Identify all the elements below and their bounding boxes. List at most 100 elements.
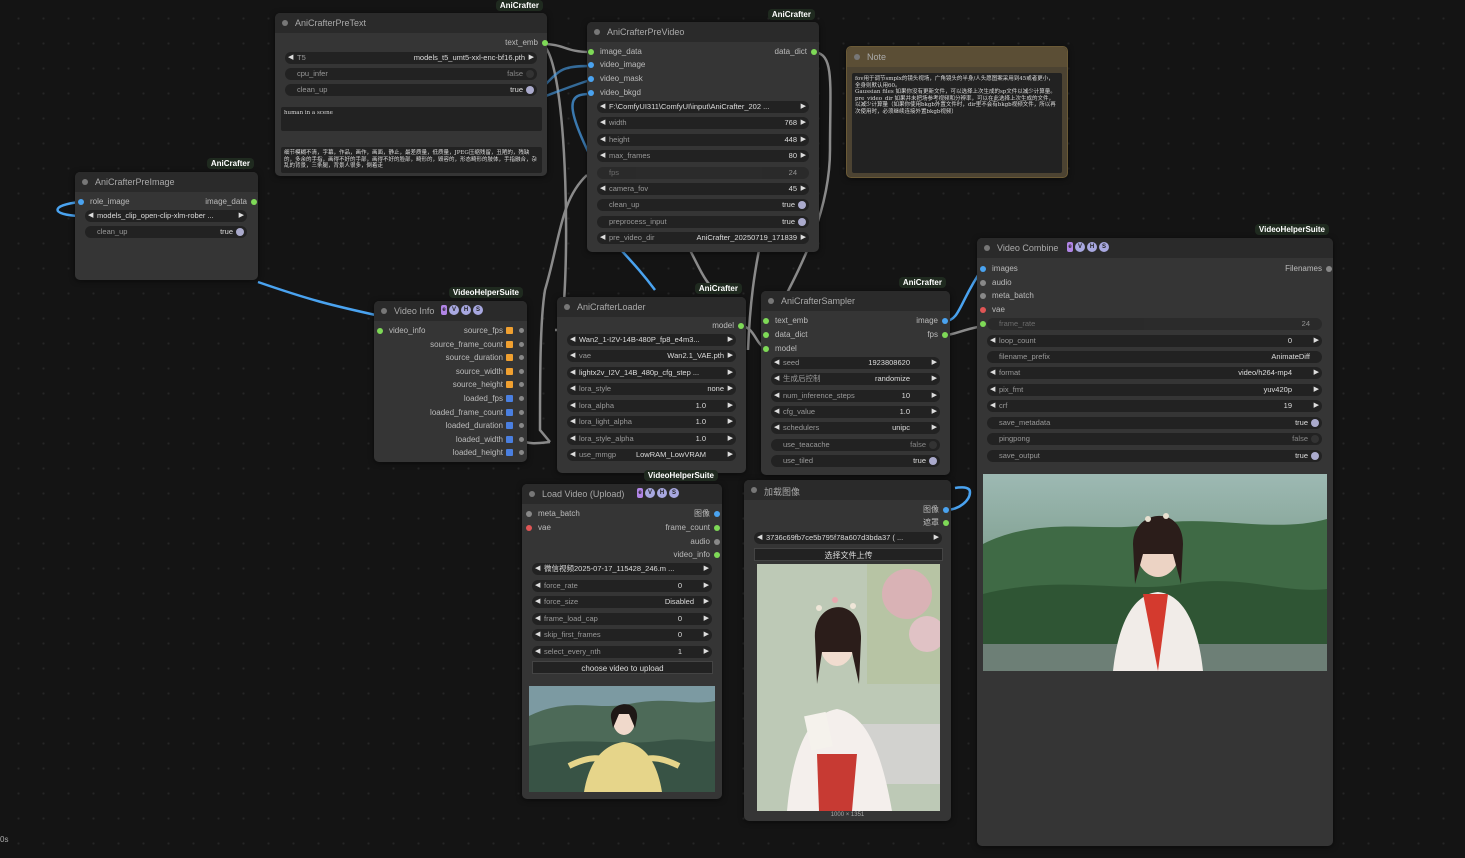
output-pin[interactable] — [519, 396, 524, 401]
pingpong-toggle[interactable]: pingpong false — [987, 433, 1322, 445]
lora-alpha-number[interactable]: ◀ lora_alpha 1.0 ▶ — [567, 400, 736, 412]
arrow-right-icon[interactable]: ▶ — [704, 629, 709, 641]
arrow-right-icon[interactable]: ▶ — [801, 134, 806, 146]
output-pin[interactable] — [519, 382, 524, 388]
input-pin[interactable] — [763, 332, 769, 338]
arrow-right-icon[interactable]: ▶ — [728, 416, 733, 428]
arrow-right-icon[interactable]: ▶ — [932, 422, 937, 434]
output-loaded-fps[interactable]: loaded_fps — [464, 394, 524, 404]
arrow-right-icon[interactable]: ▶ — [704, 646, 709, 658]
arrow-left-icon[interactable]: ◀ — [535, 596, 540, 608]
arrow-left-icon[interactable]: ◀ — [570, 383, 575, 395]
arrow-left-icon[interactable]: ◀ — [774, 357, 779, 369]
arrow-right-icon[interactable]: ▶ — [1314, 400, 1319, 412]
lora-style-combo[interactable]: ◀ lora_style none ▶ — [567, 383, 736, 395]
arrow-right-icon[interactable]: ▶ — [1314, 335, 1319, 347]
seed-number[interactable]: ◀ seed 1923808620 ▶ — [771, 357, 940, 369]
output-pin[interactable] — [1326, 266, 1332, 272]
preprocess-input-toggle[interactable]: preprocess_input true — [597, 216, 809, 228]
arrow-right-icon[interactable]: ▶ — [728, 334, 733, 346]
output-pin[interactable] — [519, 436, 524, 442]
arrow-left-icon[interactable]: ◀ — [774, 422, 779, 434]
arrow-right-icon[interactable]: ▶ — [704, 596, 709, 608]
output-text-emb[interactable]: text_emb — [505, 38, 548, 48]
node-header[interactable]: AniCrafterPreVideo — [587, 22, 819, 42]
filename-prefix-text[interactable]: filename_prefix AnimateDiff — [987, 351, 1322, 363]
node-header[interactable]: AniCrafterPreText — [275, 13, 547, 33]
node-header[interactable]: AniCrafterPreImage — [75, 172, 258, 192]
input-vae[interactable]: vae — [980, 305, 1005, 315]
input-text-emb[interactable]: text_emb — [763, 316, 808, 326]
arrow-left-icon[interactable]: ◀ — [774, 390, 779, 402]
arrow-right-icon[interactable]: ▶ — [1314, 367, 1319, 379]
input-pin[interactable] — [526, 525, 532, 531]
node-header[interactable]: Video Combine e V H S — [977, 238, 1333, 258]
input-meta-batch[interactable]: meta_batch — [980, 291, 1034, 301]
collapse-dot[interactable] — [594, 29, 600, 35]
output-mask[interactable]: 遮罩 — [923, 518, 949, 528]
collapse-dot[interactable] — [564, 304, 570, 310]
pre-video-dir-combo[interactable]: ◀ pre_video_dir AniCrafter_20250719_171839… — [597, 232, 809, 244]
arrow-right-icon[interactable]: ▶ — [239, 210, 244, 222]
output-pin[interactable] — [942, 318, 948, 324]
output-pin[interactable] — [714, 552, 720, 558]
lora-style-alpha-number[interactable]: ◀ lora_style_alpha 1.0 ▶ — [567, 433, 736, 445]
width-number[interactable]: ◀ width 768 ▶ — [597, 117, 809, 129]
input-pin[interactable] — [980, 293, 986, 299]
output-image[interactable]: 图像 — [694, 509, 720, 519]
note-textarea[interactable]: fov用于调节smplx的镜头视场，广角镜头的半身/人头愿图案采用到45或者更小… — [852, 73, 1062, 173]
arrow-left-icon[interactable]: ◀ — [535, 629, 540, 641]
clean-up-toggle[interactable]: clean_up true — [597, 199, 809, 211]
input-pin[interactable] — [763, 318, 769, 324]
input-model[interactable]: model — [763, 344, 797, 354]
input-vae[interactable]: vae — [526, 523, 551, 533]
negative-prompt-textarea[interactable]: 细节模糊不清，字幕，作品，画作，画面，静止，最差质量，低质量，JPEG压缩残留，… — [281, 147, 542, 173]
arrow-left-icon[interactable]: ◀ — [990, 384, 995, 396]
arrow-left-icon[interactable]: ◀ — [600, 183, 605, 195]
input-pin[interactable] — [588, 49, 594, 55]
output-fps[interactable]: fps — [927, 330, 948, 340]
output-model[interactable]: model — [712, 321, 744, 331]
output-source-duration[interactable]: source_duration — [446, 353, 524, 363]
node-header[interactable]: Video Info e V H S — [374, 301, 527, 321]
video-info-node[interactable]: VideoHelperSuite Video Info e V H S video_in… — [374, 287, 527, 462]
format-combo[interactable]: ◀ format video/h264-mp4 ▶ — [987, 367, 1322, 379]
select-every-nth-number[interactable]: ◀ select_every_nth 1 ▶ — [532, 646, 712, 658]
collapse-dot[interactable] — [768, 298, 774, 304]
input-pin[interactable] — [78, 199, 84, 205]
choose-video-upload-button[interactable]: choose video to upload — [532, 661, 713, 674]
output-filenames[interactable]: Filenames — [1285, 264, 1332, 274]
output-pin[interactable] — [519, 355, 524, 361]
save-output-toggle[interactable]: save_output true — [987, 450, 1322, 462]
use-mmgp-combo[interactable]: ◀ use_mmgp LowRAM_LowVRAM ▶ — [567, 449, 736, 461]
input-video-bkgd[interactable]: video_bkgd — [588, 88, 641, 98]
arrow-right-icon[interactable]: ▶ — [529, 52, 534, 64]
collapse-dot[interactable] — [381, 308, 387, 314]
output-loaded-duration[interactable]: loaded_duration — [446, 421, 524, 431]
skip-first-frames-number[interactable]: ◀ skip_first_frames 0 ▶ — [532, 629, 712, 641]
input-role-image[interactable]: role_image — [78, 197, 130, 207]
input-pin[interactable] — [526, 511, 532, 517]
arrow-left-icon[interactable]: ◀ — [535, 580, 540, 592]
output-loaded-width[interactable]: loaded_width — [456, 435, 524, 445]
arrow-left-icon[interactable]: ◀ — [600, 134, 605, 146]
input-image-data[interactable]: image_data — [588, 47, 642, 57]
force-size-combo[interactable]: ◀ force_size Disabled ▶ — [532, 596, 712, 608]
output-loaded-frame-count[interactable]: loaded_frame_count — [430, 408, 524, 418]
arrow-left-icon[interactable]: ◀ — [570, 416, 575, 428]
video-file-combo[interactable]: ◀ 微信视频2025-07-17_115428_246.m ... ▶ — [532, 563, 712, 575]
arrow-right-icon[interactable]: ▶ — [801, 117, 806, 129]
input-pin[interactable] — [588, 62, 594, 68]
image-file-combo[interactable]: ◀ 3736c69fb7ce5b795f78a607d3bda37 ( ... ▶ — [754, 532, 942, 544]
arrow-left-icon[interactable]: ◀ — [774, 406, 779, 418]
input-pin[interactable] — [980, 321, 986, 327]
arrow-left-icon[interactable]: ◀ — [570, 367, 575, 379]
arrow-left-icon[interactable]: ◀ — [535, 613, 540, 625]
output-pin[interactable] — [542, 40, 548, 46]
collapse-dot[interactable] — [854, 54, 860, 60]
load-video-node[interactable]: VideoHelperSuite Load Video (Upload) e V H S… — [522, 470, 722, 799]
clean-up-toggle[interactable]: clean_up true — [85, 226, 247, 238]
arrow-left-icon[interactable]: ◀ — [600, 150, 605, 162]
clean-up-toggle[interactable]: clean_up true — [285, 84, 537, 96]
arrow-right-icon[interactable]: ▶ — [932, 406, 937, 418]
